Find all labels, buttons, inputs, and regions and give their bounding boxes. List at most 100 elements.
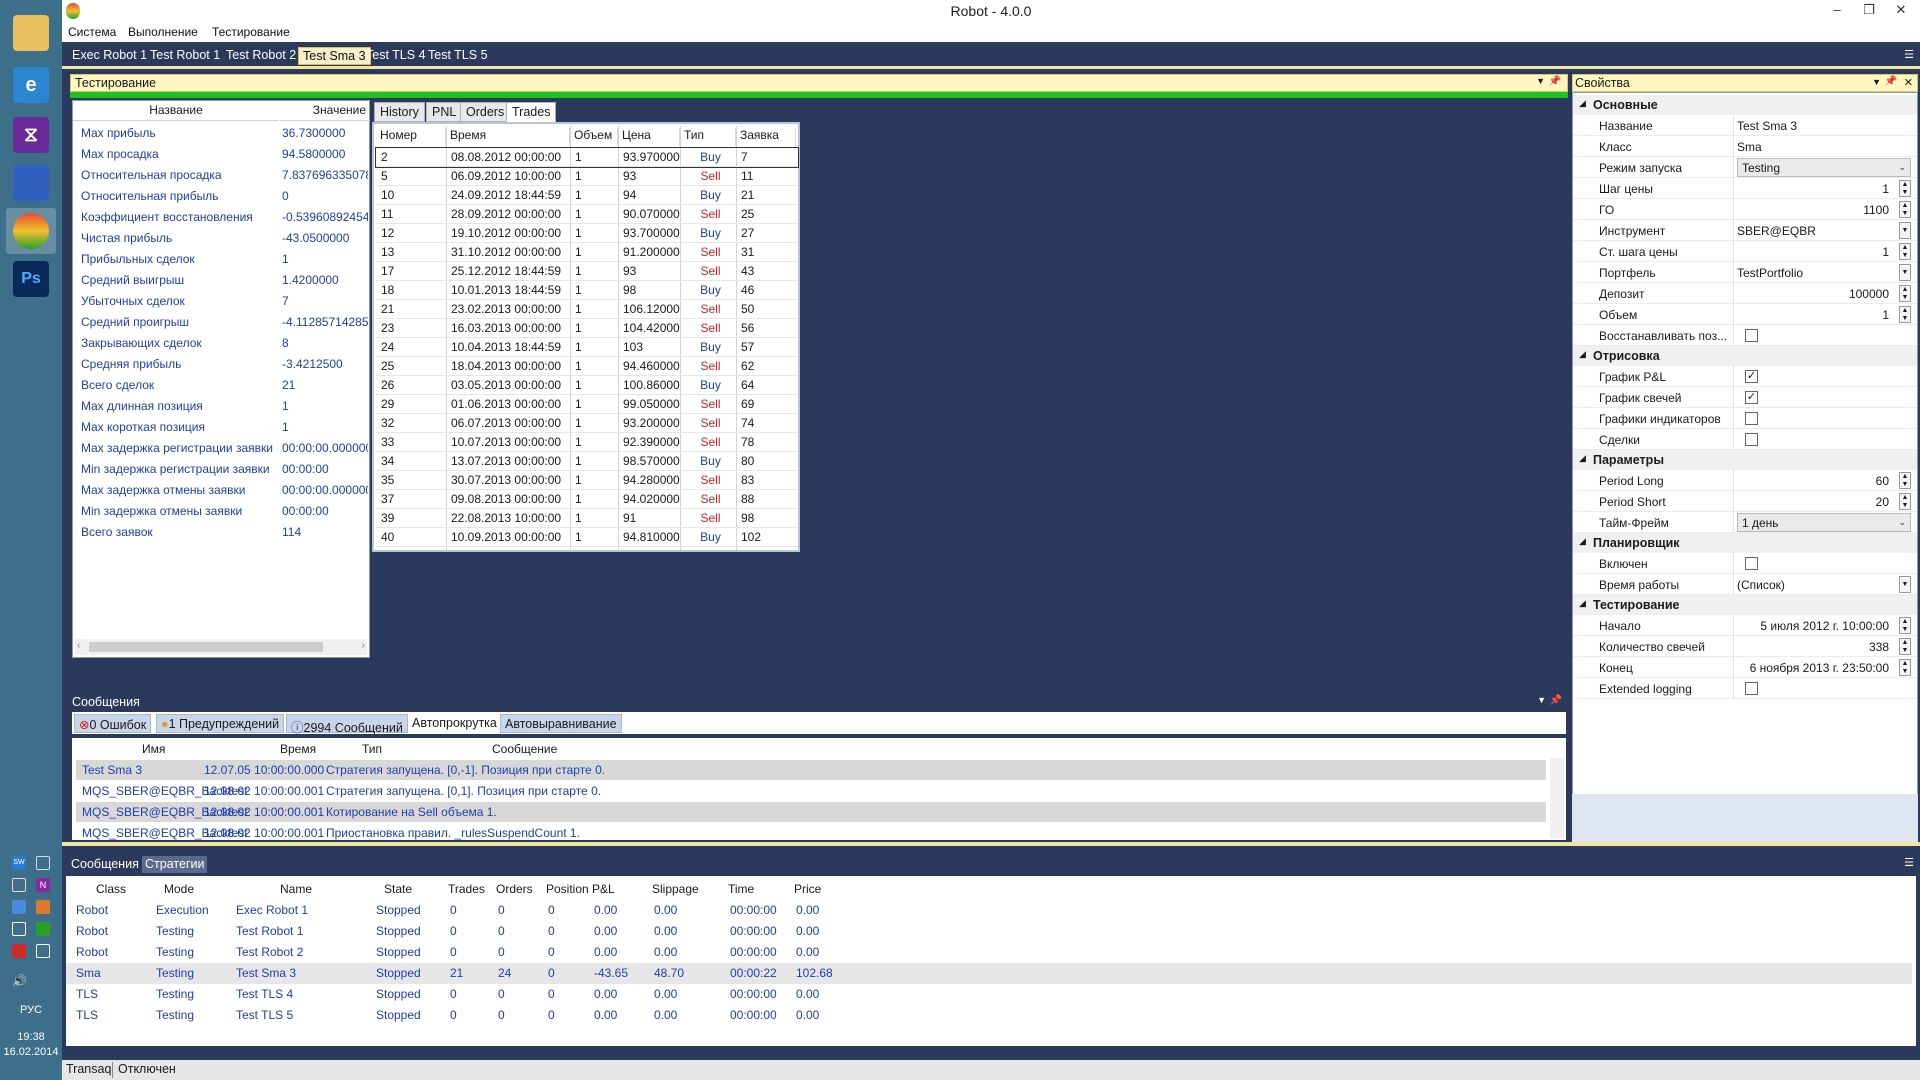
close-icon[interactable]: ✕ [1904, 76, 1913, 89]
chevron-down-icon[interactable]: ▼ [1899, 264, 1911, 281]
info-filter-button[interactable]: ⓘ2994 Сообщений [286, 714, 408, 735]
trade-row[interactable]: 17 25.12.2012 18:44:59 1 93 Sell 43 [376, 262, 798, 281]
spin-arrows-icon[interactable]: ▲ ▼ [1899, 243, 1911, 260]
trade-row[interactable]: 26 03.05.2013 00:00:00 1 100.86000 Buy 64 [376, 376, 798, 395]
property-row[interactable]: Режим запуска Testing ⌄ [1573, 157, 1917, 178]
property-checkbox[interactable] [1745, 433, 1758, 446]
property-row[interactable]: Начало 5 июля 2012 г. 10:00:00 ▲ ▼ [1573, 615, 1917, 636]
spin-arrows-icon[interactable]: ▲ ▼ [1899, 493, 1911, 510]
message-row[interactable]: MQS_SBER@EQBR_Backtest 12.08.02 10:00:00.… [76, 823, 1546, 843]
trade-row[interactable]: 12 19.10.2012 00:00:00 1 93.700000 Buy 27 [376, 224, 798, 243]
trade-row[interactable]: 34 13.07.2013 00:00:00 1 98.570000 Buy 80 [376, 452, 798, 471]
stat-row[interactable]: Убыточных сделок 7 [73, 291, 369, 312]
tab-exec-robot-1[interactable]: Exec Robot 1 [68, 47, 151, 65]
strategy-row[interactable]: Robot Execution Exec Robot 1 Stopped 0 0 0 0.00… [66, 900, 1912, 921]
scroll-thumb[interactable] [89, 642, 323, 652]
stats-header-value[interactable]: Значение [280, 103, 370, 121]
property-checkbox[interactable] [1745, 557, 1758, 570]
property-value[interactable]: (Список) [1737, 578, 1785, 592]
trade-row[interactable]: 13 31.10.2012 00:00:00 1 91.200000 Sell 31 [376, 243, 798, 262]
strategies-col-pnl[interactable]: P&L [592, 882, 615, 896]
property-checkbox[interactable]: ✓ [1745, 370, 1758, 383]
strategy-row[interactable]: TLS Testing Test TLS 4 Stopped 0 0 0 0.00 0.00 00… [66, 984, 1912, 1005]
spin-arrows-icon[interactable]: ▲ ▼ [1899, 201, 1911, 218]
collapse-triangle-icon[interactable]: ◢ [1579, 536, 1586, 547]
panel-dropdown-icon[interactable]: ▼ [1872, 77, 1881, 87]
property-row[interactable]: Тайм-Фрейм 1 день ⌄ [1573, 512, 1917, 533]
menu-execution[interactable]: Выполнение [128, 25, 198, 39]
tab-history[interactable]: History [374, 102, 425, 122]
trades-col-trade-price[interactable]: Цена [618, 128, 680, 146]
horizontal-scrollbar[interactable]: ‹ › [75, 639, 367, 655]
internet-explorer-icon[interactable]: e [6, 62, 56, 108]
stat-row[interactable]: Средний выигрыш 1.4200000 [73, 270, 369, 291]
property-value[interactable]: SBER@EQBR [1737, 224, 1816, 238]
trade-row[interactable]: 37 09.08.2013 00:00:00 1 94.020000 Sell 88 [376, 490, 798, 509]
property-value[interactable]: Sma [1737, 140, 1762, 154]
property-row[interactable]: График P&L ✓ [1573, 366, 1917, 387]
visual-studio-icon[interactable]: ⧖ [6, 112, 56, 158]
stat-row[interactable]: Max задержка регистрации заявки 00:00:00.… [73, 438, 369, 459]
stat-row[interactable]: Max просадка 94.5800000 [73, 144, 369, 165]
chevron-down-icon[interactable]: ▼ [1899, 576, 1911, 593]
menu-testing[interactable]: Тестирование [212, 25, 290, 39]
trade-row[interactable]: 10 24.09.2012 18:44:59 1 94 Buy 21 [376, 186, 798, 205]
spin-arrows-icon[interactable]: ▲ ▼ [1899, 306, 1911, 323]
tab-test-tls-4[interactable]: Test TLS 4 [362, 47, 430, 65]
messages-col-name[interactable]: Имя [142, 742, 165, 756]
monitor-tray-icon[interactable] [36, 944, 50, 958]
property-row[interactable]: Название Test Sma 3 [1573, 115, 1917, 136]
stat-row[interactable]: Min задержка регистрации заявки 00:00:00 [73, 459, 369, 480]
trades-col-trade-type[interactable]: Тип [680, 128, 736, 146]
property-row[interactable]: Period Long 60 ▲ ▼ [1573, 470, 1917, 491]
stat-row[interactable]: Средний проигрыш -4.11285714285714 [73, 312, 369, 333]
strategies-col-mode[interactable]: Mode [164, 882, 194, 896]
trade-row[interactable]: 33 10.07.2013 00:00:00 1 92.390000 Sell 78 [376, 433, 798, 452]
tab-messages[interactable]: Сообщения [68, 856, 142, 873]
stat-row[interactable]: Max короткая позиция 1 [73, 417, 369, 438]
property-category[interactable]: ◢ Основные [1573, 95, 1917, 115]
sync-tray-icon[interactable] [36, 856, 50, 870]
property-row[interactable]: Шаг цены 1 ▲ ▼ [1573, 178, 1917, 199]
property-value[interactable]: TestPortfolio [1737, 266, 1803, 280]
save-app-icon[interactable] [6, 160, 56, 206]
stat-row[interactable]: Прибыльных сделок 1 [73, 249, 369, 270]
menu-system[interactable]: Система [68, 25, 116, 39]
message-row[interactable]: Test Sma 3 12.07.05 10:00:00.000 Стратегия… [76, 760, 1546, 780]
property-row[interactable]: Включен [1573, 553, 1917, 574]
property-value[interactable]: 1 [1882, 245, 1889, 259]
strategies-col-time[interactable]: Time [728, 882, 754, 896]
stat-row[interactable]: Min задержка отмены заявки 00:00:00 [73, 501, 369, 522]
strategy-row[interactable]: TLS Testing Test TLS 5 Stopped 0 0 0 0.00 0.00 00… [66, 1005, 1912, 1026]
tab-test-robot-2[interactable]: Test Robot 2 [222, 47, 300, 65]
trade-row[interactable]: 5 06.09.2012 10:00:00 1 93 Sell 11 [376, 167, 798, 186]
trade-row[interactable]: 23 16.03.2013 00:00:00 1 104.42000 Sell 56 [376, 319, 798, 338]
collapse-triangle-icon[interactable]: ◢ [1579, 349, 1586, 360]
flag-tray-icon[interactable] [12, 944, 26, 958]
panel-dropdown-icon[interactable]: ▼ [1537, 695, 1546, 705]
close-button[interactable]: ✕ [1888, 2, 1914, 20]
property-row[interactable]: Портфель TestPortfolio ▼ [1573, 262, 1917, 283]
tabs-menu-icon[interactable]: ☰ [1904, 856, 1914, 869]
strategy-row[interactable]: Robot Testing Test Robot 2 Stopped 0 0 0 0.00 0.… [66, 942, 1912, 963]
stats-header-name[interactable]: Название [73, 103, 279, 121]
strategies-col-state[interactable]: State [384, 882, 412, 896]
scroll-left-icon[interactable]: ‹ [77, 640, 80, 651]
strategies-col-orders[interactable]: Orders [496, 882, 533, 896]
property-checkbox[interactable] [1745, 329, 1758, 342]
property-row[interactable]: Класс Sma [1573, 136, 1917, 157]
property-value[interactable]: 100000 [1849, 287, 1889, 301]
trades-col-trade-time[interactable]: Время [446, 128, 570, 146]
trade-row[interactable]: 21 23.02.2013 00:00:00 1 106.12000 Sell 50 [376, 300, 798, 319]
collapse-triangle-icon[interactable]: ◢ [1579, 598, 1586, 609]
vertical-scrollbar[interactable] [1550, 758, 1564, 838]
property-category[interactable]: ◢ Тестирование [1573, 595, 1917, 615]
sw-tray-icon[interactable]: SW [12, 856, 26, 870]
property-row[interactable]: Инструмент SBER@EQBR ▼ [1573, 220, 1917, 241]
trade-row[interactable]: 24 10.04.2013 18:44:59 1 103 Buy 57 [376, 338, 798, 357]
property-row[interactable]: Объем 1 ▲ ▼ [1573, 304, 1917, 325]
property-value[interactable]: 338 [1869, 640, 1889, 654]
messages-col-type[interactable]: Тип [362, 742, 382, 756]
property-value[interactable]: 6 ноября 2013 г. 23:50:00 [1750, 661, 1889, 675]
errors-filter-button[interactable]: ⊗0 Ошибок [74, 714, 152, 733]
